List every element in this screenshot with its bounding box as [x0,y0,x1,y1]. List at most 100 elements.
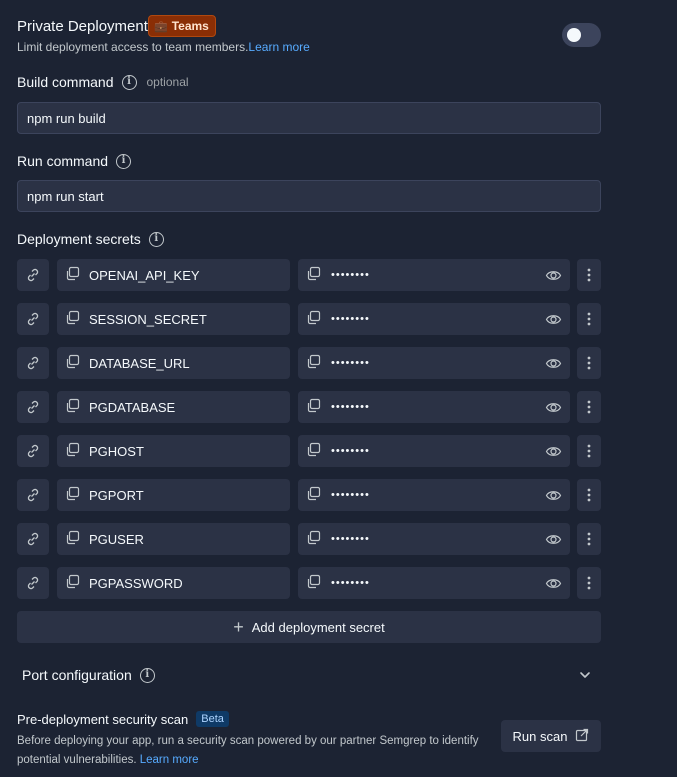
secret-value-field[interactable]: •••••••• [298,523,570,555]
more-options-button[interactable] [577,303,601,335]
copy-icon[interactable] [65,442,80,460]
secret-key-field[interactable]: PGHOST [57,435,290,467]
secret-key: DATABASE_URL [89,355,190,371]
link-icon[interactable] [17,567,49,599]
eye-icon[interactable] [545,355,562,375]
private-deployment-learn-more-link[interactable]: Learn more [248,40,309,54]
copy-icon[interactable] [65,266,80,284]
run-command-input[interactable]: npm run start [17,180,601,212]
secret-value-field[interactable]: •••••••• [298,303,570,335]
secret-row: PGHOST •••••••• [17,435,601,467]
more-options-button[interactable] [577,435,601,467]
eye-icon[interactable] [545,399,562,419]
secret-value-field[interactable]: •••••••• [298,435,570,467]
secret-value-field[interactable]: •••••••• [298,479,570,511]
optional-tag: optional [146,75,189,89]
copy-icon[interactable] [306,530,321,548]
secret-key-field[interactable]: PGPASSWORD [57,567,290,599]
copy-icon[interactable] [65,398,80,416]
private-deployment-title: Private Deployment [17,18,148,35]
secret-masked-value: •••••••• [331,357,370,369]
more-options-button[interactable] [577,259,601,291]
chevron-down-icon[interactable] [578,668,592,687]
more-options-button[interactable] [577,479,601,511]
eye-icon[interactable] [545,575,562,595]
briefcase-icon: 💼 [154,20,168,33]
secret-key-field[interactable]: DATABASE_URL [57,347,290,379]
eye-icon[interactable] [545,487,562,507]
deployment-secrets-label: Deployment secrets i [17,231,164,247]
link-icon[interactable] [17,259,49,291]
security-scan-learn-more-link[interactable]: Learn more [140,754,199,766]
secret-masked-value: •••••••• [331,401,370,413]
secret-key: SESSION_SECRET [89,311,207,327]
secret-key-field[interactable]: SESSION_SECRET [57,303,290,335]
info-icon[interactable]: i [116,153,132,169]
build-command-input[interactable]: npm run build [17,102,601,134]
secret-value-field[interactable]: •••••••• [298,391,570,423]
link-icon[interactable] [17,435,49,467]
copy-icon[interactable] [306,354,321,372]
eye-icon[interactable] [545,531,562,551]
link-icon[interactable] [17,523,49,555]
copy-icon[interactable] [65,486,80,504]
copy-icon[interactable] [306,398,321,416]
secret-key-field[interactable]: PGPORT [57,479,290,511]
secret-key-field[interactable]: PGDATABASE [57,391,290,423]
port-configuration-toggle[interactable]: Port configuration i [22,667,155,683]
teams-badge: 💼 Teams [148,15,216,37]
secret-key: PGUSER [89,531,144,547]
external-link-icon [575,728,589,745]
info-icon[interactable]: i [121,74,137,90]
copy-icon[interactable] [65,310,80,328]
secret-masked-value: •••••••• [331,269,370,281]
secret-masked-value: •••••••• [331,577,370,589]
copy-icon[interactable] [306,574,321,592]
private-deployment-toggle[interactable] [562,23,601,47]
secret-masked-value: •••••••• [331,313,370,325]
copy-icon[interactable] [65,354,80,372]
secret-row: SESSION_SECRET •••••••• [17,303,601,335]
secret-masked-value: •••••••• [331,533,370,545]
secret-row: DATABASE_URL •••••••• [17,347,601,379]
secret-key: OPENAI_API_KEY [89,267,200,283]
eye-icon[interactable] [545,267,562,287]
link-icon[interactable] [17,391,49,423]
eye-icon[interactable] [545,443,562,463]
link-icon[interactable] [17,479,49,511]
more-options-button[interactable] [577,391,601,423]
more-options-button[interactable] [577,567,601,599]
link-icon[interactable] [17,347,49,379]
copy-icon[interactable] [65,530,80,548]
secret-key: PGPORT [89,487,144,503]
secret-row: PGPASSWORD •••••••• [17,567,601,599]
run-command-label: Run command i [17,153,132,169]
more-options-button[interactable] [577,347,601,379]
secret-key-field[interactable]: PGUSER [57,523,290,555]
add-deployment-secret-button[interactable]: + Add deployment secret [17,611,601,643]
security-scan-title: Pre-deployment security scan Beta [17,711,229,727]
secret-value-field[interactable]: •••••••• [298,567,570,599]
secret-row: PGDATABASE •••••••• [17,391,601,423]
secret-row: OPENAI_API_KEY •••••••• [17,259,601,291]
secret-value-field[interactable]: •••••••• [298,259,570,291]
copy-icon[interactable] [306,266,321,284]
secret-key: PGDATABASE [89,399,176,415]
more-options-button[interactable] [577,523,601,555]
teams-badge-label: Teams [171,19,209,33]
secret-value-field[interactable]: •••••••• [298,347,570,379]
plus-icon: + [233,617,244,637]
info-icon[interactable]: i [148,231,164,247]
security-scan-description: Before deploying your app, run a securit… [17,735,479,766]
secret-key: PGHOST [89,443,144,459]
info-icon[interactable]: i [139,667,155,683]
link-icon[interactable] [17,303,49,335]
copy-icon[interactable] [306,310,321,328]
eye-icon[interactable] [545,311,562,331]
copy-icon[interactable] [65,574,80,592]
secret-key-field[interactable]: OPENAI_API_KEY [57,259,290,291]
toggle-knob [567,28,581,42]
copy-icon[interactable] [306,442,321,460]
copy-icon[interactable] [306,486,321,504]
run-scan-button[interactable]: Run scan [501,720,601,752]
